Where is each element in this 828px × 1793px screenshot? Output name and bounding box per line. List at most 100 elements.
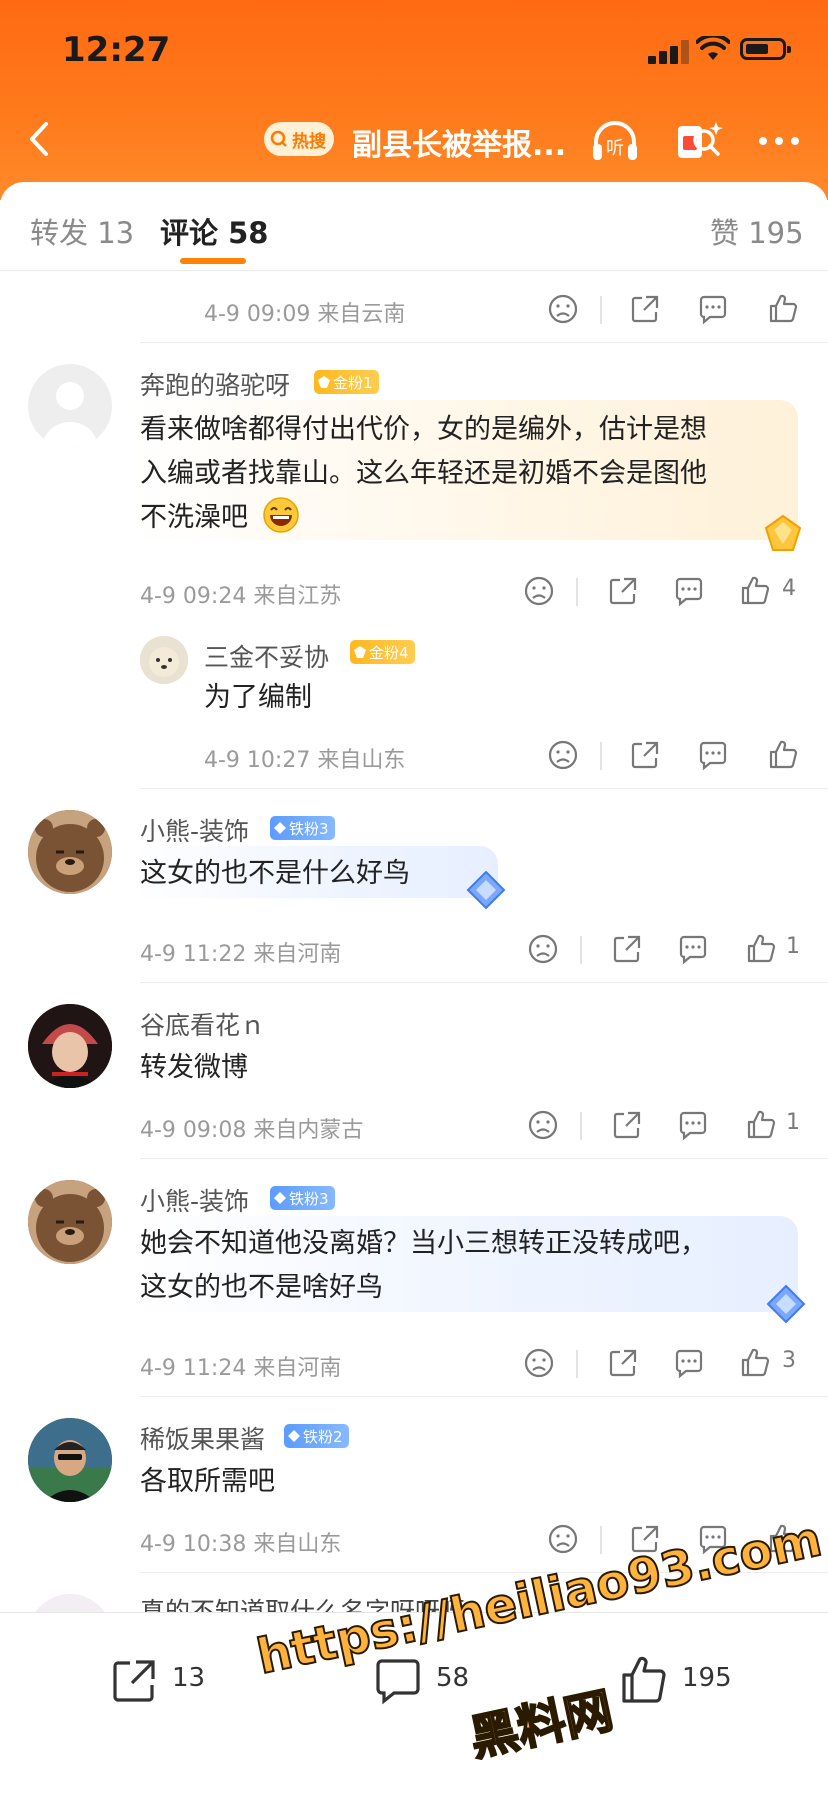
comment-divider: [140, 982, 828, 983]
comment-meta: 4-9 09:24 来自江苏: [140, 584, 342, 609]
bear-avatar-icon: [28, 1180, 112, 1264]
reply-actions: [546, 738, 806, 778]
search-icon: [270, 130, 287, 147]
comment-divider: [140, 342, 828, 343]
action-separator: [580, 936, 582, 964]
wifi-icon: [696, 36, 730, 60]
repost-icon[interactable]: [108, 1655, 160, 1707]
reply-username[interactable]: 三金不妥协: [204, 638, 329, 674]
action-separator: [576, 1350, 578, 1378]
listen-headphone-icon[interactable]: 听: [588, 114, 642, 168]
more-icon[interactable]: [752, 114, 806, 168]
comment-icon[interactable]: [372, 1655, 424, 1707]
like-count: 1: [786, 934, 800, 959]
comment-meta: 4-9 10:38 来自山东: [140, 1532, 342, 1557]
share-icon[interactable]: [628, 738, 662, 772]
share-icon[interactable]: [610, 1108, 644, 1142]
reply-avatar[interactable]: [140, 636, 188, 684]
tab-repost[interactable]: 转发 13: [30, 210, 134, 252]
like-thumb-icon[interactable]: [766, 292, 800, 326]
like-count: 3: [782, 1348, 796, 1373]
comment-divider: [140, 788, 828, 789]
share-icon[interactable]: [606, 574, 640, 608]
comment-count[interactable]: 58: [436, 1663, 469, 1693]
status-bar: 12:27: [0, 0, 828, 100]
comment-text-line: 各取所需吧: [140, 1466, 275, 1497]
avatar[interactable]: [28, 364, 112, 448]
listen-label: 听: [606, 138, 624, 159]
comment-meta: 4-9 09:09 来自云南: [204, 302, 406, 327]
comment-meta: 4-9 09:08 来自内蒙古: [140, 1118, 364, 1143]
avatar[interactable]: [28, 810, 112, 894]
avatar[interactable]: [28, 1418, 112, 1502]
reply-comment-icon[interactable]: [672, 1346, 706, 1380]
like-count: 1: [786, 1110, 800, 1135]
like-thumb-icon[interactable]: [744, 1108, 778, 1142]
topic-title[interactable]: 副县长被举报...: [352, 120, 566, 164]
fan-badge: 铁粉3: [270, 816, 335, 840]
tab-comments[interactable]: 评论 58: [160, 210, 268, 252]
fan-badge: 铁粉3: [270, 1186, 335, 1210]
share-icon[interactable]: [610, 932, 644, 966]
reply-comment-icon[interactable]: [672, 574, 706, 608]
dog-avatar-icon: [140, 636, 188, 684]
comment-username[interactable]: 奔跑的骆驼呀: [140, 366, 290, 402]
reply-comment-icon[interactable]: [676, 1108, 710, 1142]
hot-search-badge[interactable]: 热搜: [264, 122, 334, 156]
tab-likes[interactable]: 赞 195: [710, 210, 804, 252]
reply-comment-icon[interactable]: [676, 932, 710, 966]
fan-badge: 金粉4: [350, 640, 415, 664]
share-icon[interactable]: [606, 1346, 640, 1380]
comment-text-line: 不洗澡吧: [140, 502, 248, 533]
like-thumb-icon[interactable]: [744, 932, 778, 966]
dislike-face-icon[interactable]: [526, 1108, 560, 1142]
fan-badge-label: 铁粉3: [289, 1189, 329, 1208]
like-thumb-icon[interactable]: [738, 1346, 772, 1380]
fan-badge: 金粉1: [314, 370, 379, 394]
comment-text-line: 转发微博: [140, 1052, 248, 1083]
dislike-face-icon[interactable]: [546, 292, 580, 326]
avatar[interactable]: [28, 1004, 112, 1088]
dislike-face-icon[interactable]: [526, 932, 560, 966]
dislike-face-icon[interactable]: [522, 574, 556, 608]
battery-icon: [740, 38, 791, 60]
gold-gem-icon: [354, 646, 366, 658]
action-separator: [600, 742, 602, 770]
dislike-face-icon[interactable]: [522, 1346, 556, 1380]
comment-text-line: 这女的也不是什么好鸟: [140, 858, 410, 889]
reply-comment-icon[interactable]: [696, 738, 730, 772]
bear-avatar-icon: [28, 810, 112, 894]
share-icon[interactable]: [628, 292, 662, 326]
avatar[interactable]: [28, 1180, 112, 1264]
signal-icon: [648, 40, 692, 64]
dislike-face-icon[interactable]: [546, 738, 580, 772]
comment-text-line: 她会不知道他没离婚？当小三想转正没转成吧，: [140, 1228, 707, 1259]
reply-meta: 4-9 10:27 来自山东: [204, 748, 406, 773]
action-separator: [580, 1112, 582, 1140]
tab-divider: [0, 270, 828, 271]
comment-text-line: 入编或者找靠山。这么年轻还是初婚不会是图他: [140, 458, 707, 489]
fan-badge: 铁粉2: [284, 1424, 349, 1448]
repost-count[interactable]: 13: [172, 1663, 205, 1693]
comment-username[interactable]: 小熊-装饰: [140, 812, 249, 848]
dislike-face-icon[interactable]: [546, 1522, 580, 1556]
comment-meta: 4-9 11:24 来自河南: [140, 1356, 342, 1381]
comment-username[interactable]: 稀饭果果酱: [140, 1420, 265, 1456]
comment-text-line: 看来做啥都得付出代价，女的是编外，估计是想: [140, 414, 707, 445]
like-icon[interactable]: [618, 1653, 672, 1707]
like-thumb-icon[interactable]: [766, 738, 800, 772]
comment-username[interactable]: 谷底看花ｎ: [140, 1006, 265, 1042]
action-separator: [600, 1526, 602, 1554]
laughing-emoji-icon: [263, 497, 299, 533]
comment-actions: 1: [526, 1108, 806, 1148]
red-packet-search-icon[interactable]: [672, 114, 726, 168]
fan-badge-label: 铁粉3: [289, 819, 329, 838]
like-thumb-icon[interactable]: [738, 574, 772, 608]
gold-gem-decoration-icon: [764, 514, 802, 551]
action-separator: [576, 578, 578, 606]
comment-username[interactable]: 小熊-装饰: [140, 1182, 249, 1218]
like-count-total[interactable]: 195: [682, 1663, 732, 1693]
iron-gem-icon: [288, 1430, 300, 1442]
back-arrow-icon[interactable]: [20, 118, 62, 160]
reply-comment-icon[interactable]: [696, 292, 730, 326]
